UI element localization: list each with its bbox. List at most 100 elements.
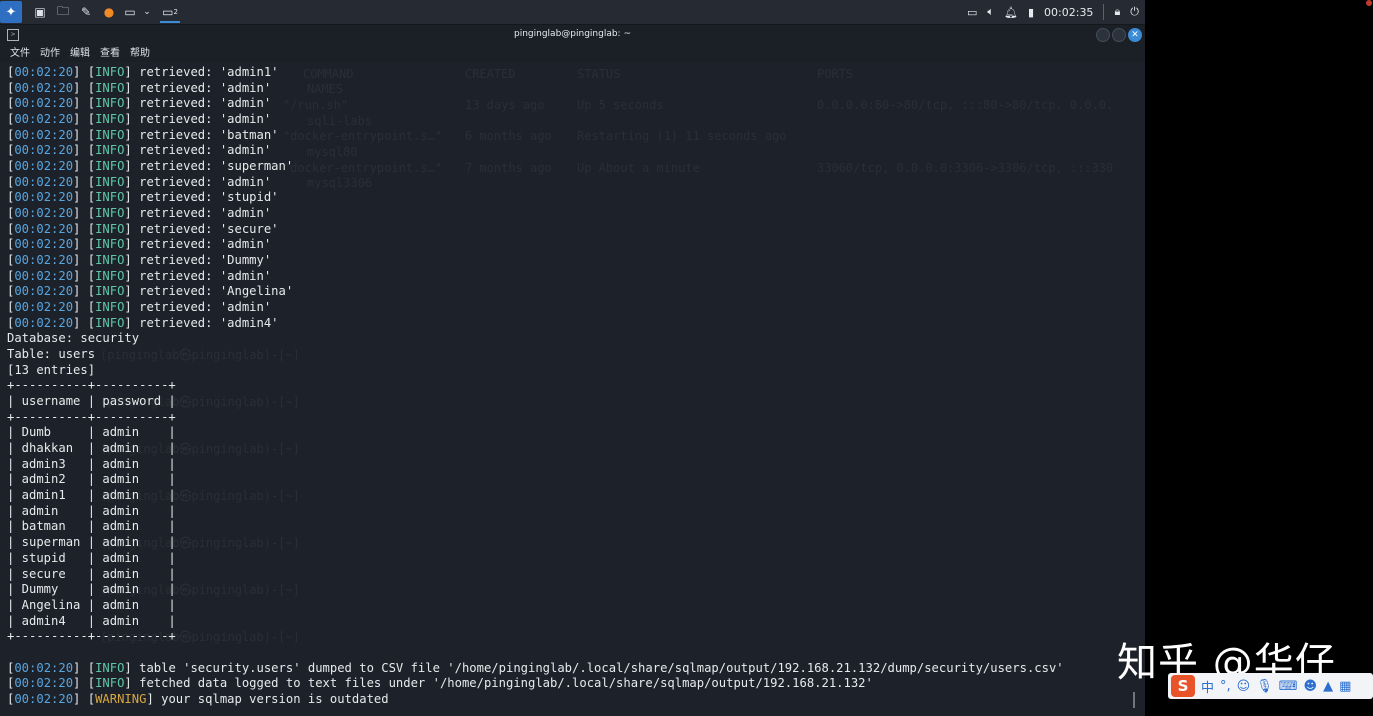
menu-file[interactable]: 文件	[10, 45, 30, 62]
bracket: ]	[124, 206, 132, 221]
emoji-icon[interactable]: ☺	[1237, 679, 1251, 694]
terminal-line: [00:02:20] [INFO] retrieved: 'admin'	[7, 237, 1064, 253]
bracket: ] [	[73, 315, 96, 330]
bracket: ] [	[73, 221, 96, 236]
bracket: ] [	[73, 268, 96, 283]
terminal-line: +----------+----------+	[7, 629, 176, 644]
file-manager-icon[interactable]: 🗀	[55, 3, 71, 21]
window-titlebar[interactable]: > pinginglab@pinginglab: ~ ✕	[0, 25, 1145, 45]
timestamp: 00:02:20	[14, 268, 74, 283]
log-level: INFO	[95, 300, 125, 315]
tray-divider	[1103, 4, 1105, 20]
log-level: INFO	[95, 268, 125, 283]
terminal-line: [00:02:20] [INFO] fetched data logged to…	[7, 676, 1064, 692]
bracket: ] [	[73, 112, 96, 127]
grid-menu-icon[interactable]: ▦	[1339, 679, 1351, 694]
log-level: INFO	[95, 190, 125, 205]
terminal-line: [00:02:20] [INFO] table 'security.users'…	[7, 661, 1064, 677]
menu-view[interactable]: 查看	[100, 45, 120, 62]
terminal-line: | stupid | admin |	[7, 550, 176, 565]
text-editor-icon[interactable]: ✎	[78, 3, 94, 21]
menu-actions[interactable]: 动作	[40, 45, 60, 62]
lock-icon[interactable]: 🔒︎	[1114, 5, 1120, 19]
bracket: ]	[124, 284, 132, 299]
terminal-line: | Angelina | admin |	[7, 597, 176, 612]
terminal-line: [00:02:20] [INFO] retrieved: 'Dummy'	[7, 253, 1064, 269]
log-level: INFO	[95, 660, 125, 675]
terminal-window-icon: ▭	[162, 5, 174, 19]
log-level: INFO	[95, 174, 125, 189]
ime-punctuation[interactable]: °,	[1220, 679, 1231, 694]
bracket: ] [	[73, 284, 96, 299]
log-message: retrieved: 'admin'	[131, 112, 272, 127]
log-level: INFO	[95, 253, 125, 268]
bracket: ] [	[73, 174, 96, 189]
volume-icon[interactable]: 🔈︎	[987, 5, 994, 19]
log-level: INFO	[95, 237, 125, 252]
window-title: pinginglab@pinginglab: ~	[514, 29, 631, 39]
display-icon[interactable]: ▭	[967, 6, 977, 19]
bracket: ] [	[73, 159, 96, 174]
ime-toolbar[interactable]: S 中 °, ☺ 🎙︎ ⌨ ☻ ▲ ▦	[1168, 673, 1373, 699]
timestamp: 00:02:20	[14, 206, 74, 221]
keyboard-icon[interactable]: ⌨	[1279, 679, 1298, 694]
log-message: retrieved: 'admin1'	[131, 65, 279, 79]
terminal-scrollbar[interactable]	[1133, 692, 1135, 708]
skin-icon[interactable]: ▲	[1323, 679, 1333, 694]
bracket: ]	[124, 268, 132, 283]
terminal-output[interactable]: COMMAND CREATED STATUS PORTS NAMES "/run…	[0, 62, 1145, 716]
bracket: ]	[146, 691, 154, 706]
power-icon[interactable]: ⏻	[1130, 5, 1139, 19]
menu-help[interactable]: 帮助	[130, 45, 150, 62]
terminal-line: [00:02:20] [INFO] retrieved: 'admin'	[7, 206, 1064, 222]
timestamp: 00:02:20	[14, 174, 74, 189]
kali-menu-icon[interactable]: ✦	[0, 1, 22, 23]
terminal-line: | secure | admin |	[7, 566, 176, 581]
menu-edit[interactable]: 编辑	[70, 45, 90, 62]
taskbar-terminal-window[interactable]: ▭ 2	[160, 3, 180, 23]
microphone-icon[interactable]: 🎙︎	[1256, 679, 1273, 694]
terminal-line: | admin2 | admin |	[7, 472, 176, 487]
log-level: INFO	[95, 143, 125, 158]
bracket: ] [	[73, 253, 96, 268]
log-level: INFO	[95, 159, 125, 174]
terminal-launcher-icon[interactable]: ▭	[122, 3, 138, 21]
show-desktop-icon[interactable]: ▣	[32, 3, 48, 21]
clock[interactable]: 00:02:35	[1044, 6, 1093, 19]
terminal-line: [00:02:20] [INFO] retrieved: 'admin4'	[7, 316, 1064, 332]
timestamp: 00:02:20	[14, 96, 74, 111]
bracket: ] [	[73, 676, 96, 691]
timestamp: 00:02:20	[14, 676, 74, 691]
terminal-line: | admin1 | admin |	[7, 488, 176, 503]
firefox-icon[interactable]: ●	[101, 3, 117, 21]
terminal-line: [00:02:20] [INFO] retrieved: 'stupid'	[7, 190, 1064, 206]
terminal-line: [00:02:20] [INFO] retrieved: 'admin'	[7, 96, 1064, 112]
bracket: ]	[124, 80, 132, 95]
battery-icon[interactable]: ▮	[1028, 6, 1034, 19]
sogou-logo-icon[interactable]: S	[1171, 675, 1195, 697]
bracket: ] [	[73, 691, 96, 706]
window-count-badge: 2	[173, 8, 178, 16]
ime-mode[interactable]: 中	[1201, 677, 1214, 696]
notification-bell-icon[interactable]: 🔔︎	[1004, 6, 1018, 19]
terminal-line: [13 entries]	[7, 362, 96, 377]
log-level: INFO	[95, 284, 125, 299]
bracket: ]	[124, 221, 132, 236]
chevron-down-icon[interactable]: ⌄	[139, 3, 155, 21]
log-level: INFO	[95, 206, 125, 221]
log-message: table 'security.users' dumped to CSV fil…	[131, 660, 1064, 675]
terminal-line: | admin3 | admin |	[7, 456, 176, 471]
log-message: retrieved: 'admin'	[131, 96, 272, 111]
log-message: retrieved: 'admin'	[131, 174, 272, 189]
maximize-button[interactable]	[1112, 28, 1126, 42]
log-message: retrieved: 'superman'	[131, 159, 294, 174]
user-icon[interactable]: ☻	[1304, 679, 1318, 694]
close-button[interactable]: ✕	[1128, 28, 1142, 42]
minimize-button[interactable]	[1096, 28, 1110, 42]
terminal-line: [00:02:20] [INFO] retrieved: 'admin'	[7, 175, 1064, 191]
bracket: ] [	[73, 300, 96, 315]
bracket: ] [	[73, 65, 96, 79]
bracket: ] [	[73, 237, 96, 252]
log-message: retrieved: 'Angelina'	[131, 284, 294, 299]
log-message: your sqlmap version is outdated	[153, 691, 389, 706]
